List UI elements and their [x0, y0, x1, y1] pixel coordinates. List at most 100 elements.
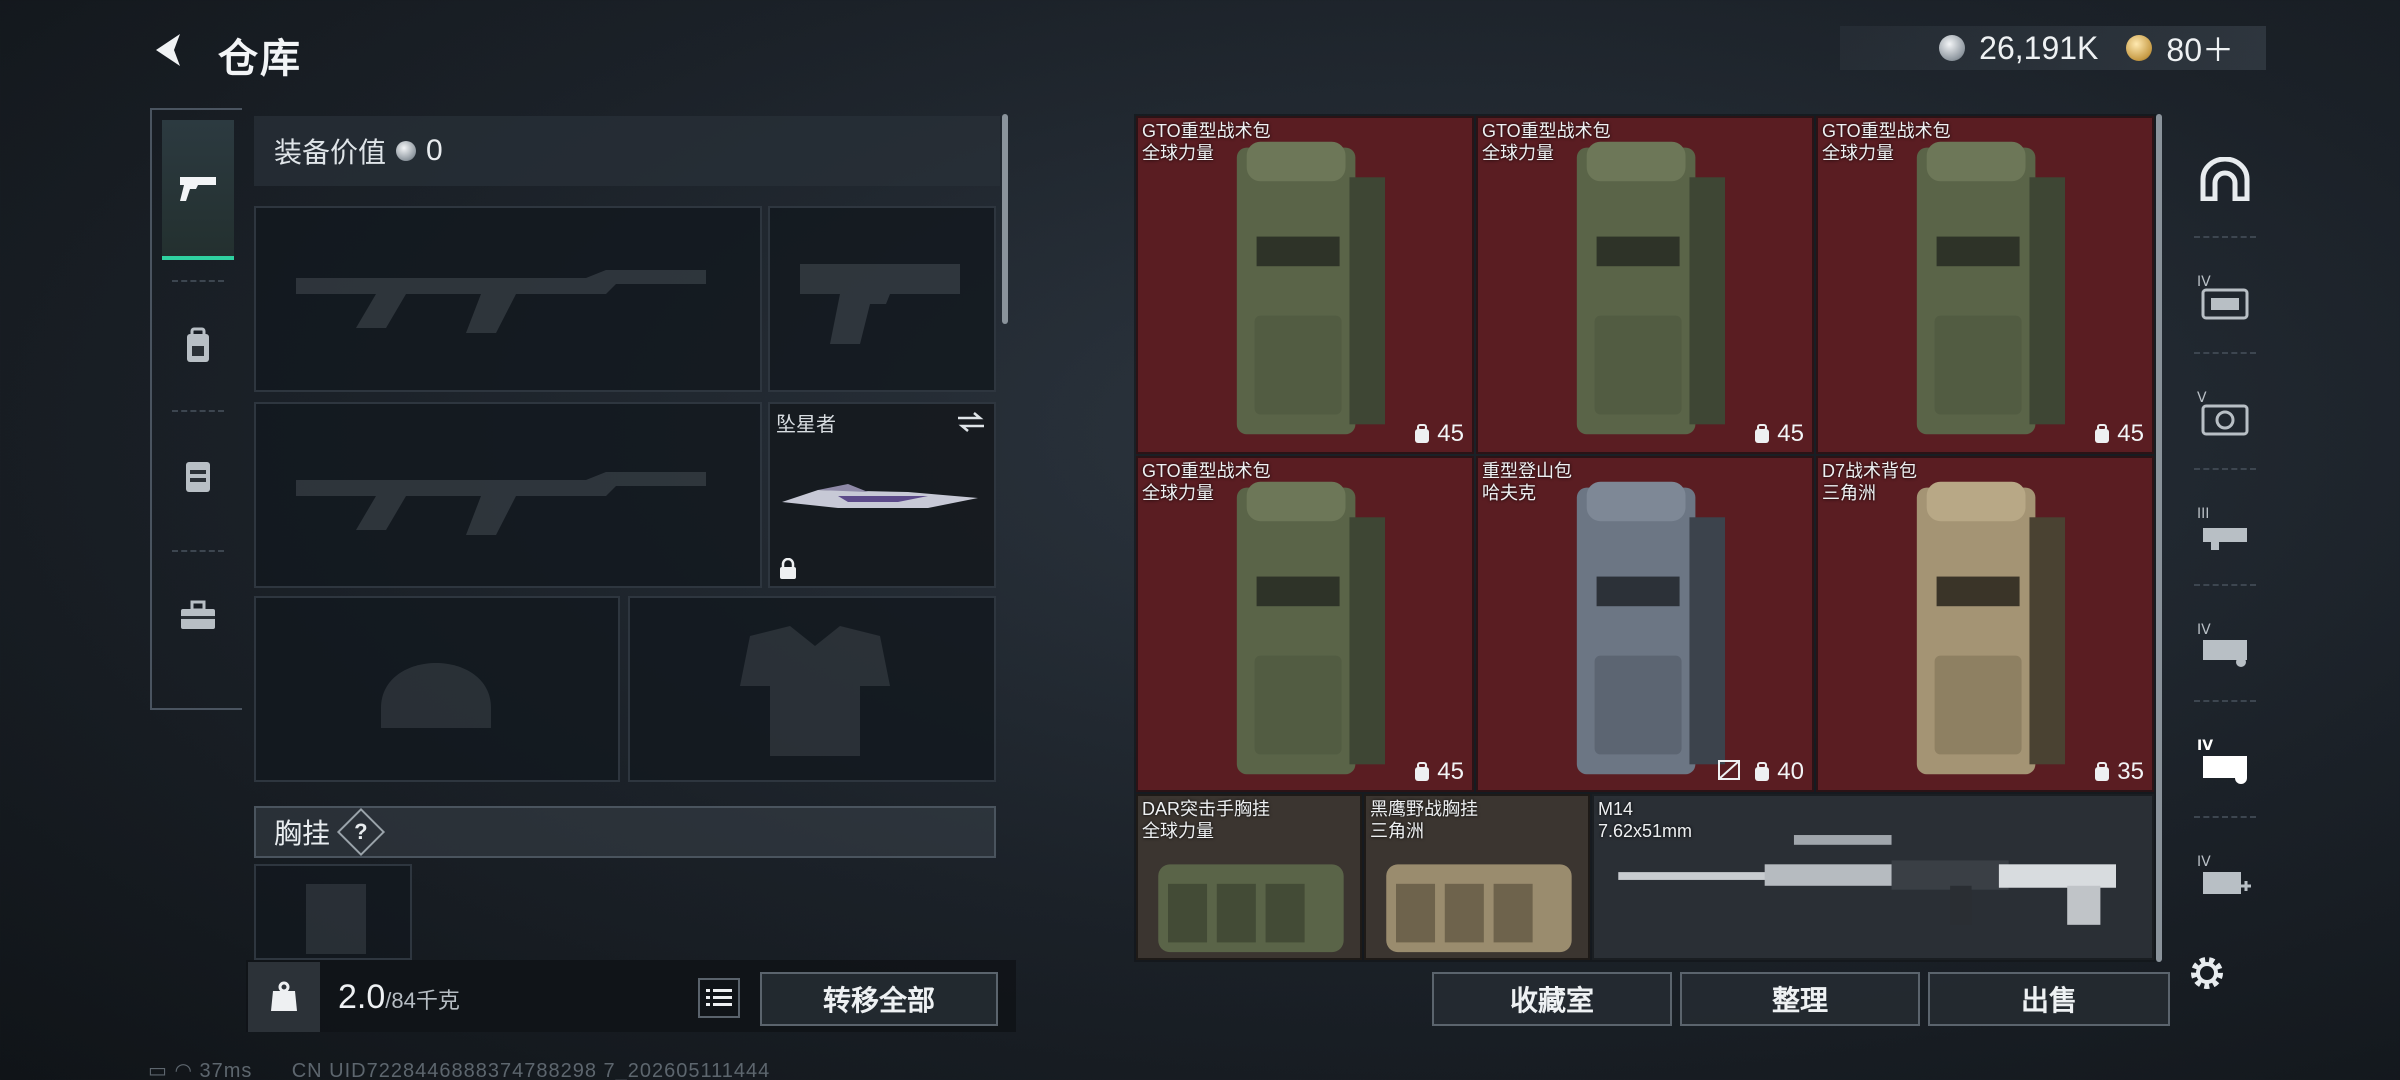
durability-count: 35	[2093, 758, 2144, 786]
storage-item-backpack[interactable]: 重型登山包 哈夫克 40	[1476, 456, 1814, 792]
storage-tier4-b-icon: IV	[2197, 622, 2247, 667]
durability-count: 40	[1753, 758, 1804, 786]
status-line: ▭ ◠ 37ms CN UID7228446888374788298 7_202…	[148, 1058, 770, 1080]
tab-storage-iii[interactable]: III	[2180, 474, 2270, 584]
weight-current: 2.0	[338, 978, 386, 1016]
gold-coin-icon	[2126, 35, 2153, 61]
backpack-capacity-icon	[1755, 762, 1770, 781]
chest-rig-label: 胸挂	[274, 818, 331, 849]
ping-value: 37ms	[199, 1060, 253, 1080]
storage-item-backpack[interactable]: GTO重型战术包 全球力量 45	[1476, 116, 1814, 454]
category-weapons[interactable]	[162, 120, 234, 260]
backpack-image-icon	[1576, 481, 1726, 775]
primary-weapon-slot[interactable]	[254, 206, 762, 392]
backpack-image-icon	[1916, 481, 2066, 775]
sidearm-slot[interactable]	[768, 206, 996, 392]
battery-icon: ▭	[148, 1060, 168, 1080]
durability-count: 45	[1753, 420, 1804, 448]
swap-arrows-icon[interactable]	[956, 410, 986, 434]
pistol-silhouette-icon	[800, 264, 960, 344]
weight-readout: 2.0/84千克	[338, 978, 460, 1017]
category-rail	[150, 108, 242, 710]
tab-storage-iv-a[interactable]: IV	[2180, 242, 2270, 352]
wifi-icon: ◠	[174, 1060, 193, 1080]
category-vests[interactable]	[162, 416, 234, 536]
gold-currency-value[interactable]: 80＋	[2166, 25, 2234, 71]
backpack-image-icon	[1576, 141, 1726, 435]
backpack-capacity-icon	[2095, 762, 2110, 781]
tab-storage-iv-active[interactable]: IV	[2180, 706, 2270, 816]
storage-item-backpack[interactable]: D7战术背包 三角洲 35	[1816, 456, 2154, 792]
category-backpacks[interactable]	[162, 286, 234, 406]
weight-icon-button	[248, 962, 320, 1032]
vest-silhouette-icon	[306, 884, 366, 954]
storage-tier3-icon: III	[2197, 506, 2247, 550]
knife-icon	[782, 484, 978, 508]
storage-item-backpack[interactable]: GTO重型战术包 全球力量 45	[1136, 456, 1474, 792]
svg-text:IV: IV	[2197, 274, 2211, 290]
equipment-value-label: 装备价值	[274, 137, 387, 168]
equipment-scrollbar[interactable]	[1002, 114, 1008, 324]
settings-button[interactable]	[2186, 952, 2228, 994]
no-durability-icon	[1718, 760, 1740, 780]
list-view-button[interactable]	[698, 978, 740, 1018]
backpack-image-icon	[1236, 481, 1386, 775]
svg-text:III: III	[2197, 506, 2209, 522]
backpack-image-icon	[1916, 141, 2066, 435]
durability-count: 45	[1413, 420, 1464, 448]
chest-rig-slot[interactable]	[254, 864, 412, 960]
weight-max: /84千克	[385, 988, 460, 1013]
backpack-capacity-icon	[2095, 424, 2110, 443]
pistol-icon	[180, 177, 216, 201]
tab-storage-add[interactable]: IV	[2180, 822, 2270, 932]
storage-item-rifle[interactable]: M14 7.62x51mm	[1592, 794, 2154, 960]
storage-item-backpack[interactable]: GTO重型战术包 全球力量 45	[1136, 116, 1474, 454]
armor-slot[interactable]	[628, 596, 996, 782]
help-icon: ?	[354, 818, 368, 844]
back-arrow-icon	[156, 34, 180, 66]
helmet-slot[interactable]	[254, 596, 620, 782]
storage-add-icon: IV	[2197, 854, 2251, 894]
help-button[interactable]: ?	[336, 807, 386, 857]
durability-count: 45	[2093, 420, 2144, 448]
svg-text:V: V	[2197, 390, 2207, 406]
backpack-icon	[187, 327, 209, 362]
durability-count: 45	[1413, 758, 1464, 786]
backpack-capacity-icon	[1755, 424, 1770, 443]
settings-gear-icon	[2191, 957, 2223, 989]
equipment-value: 0	[426, 134, 443, 167]
uid-text: CN UID7228446888374788298 7_202605111444	[291, 1060, 771, 1080]
lock-icon	[780, 558, 796, 579]
page-title: 仓库	[218, 37, 302, 81]
storage-tier4-active-icon: IV	[2197, 738, 2247, 784]
storage-tab-rail: IV V III IV IV IV	[2180, 112, 2270, 952]
tab-storage-v[interactable]: V	[2180, 358, 2270, 468]
rifle-silhouette-icon	[296, 270, 706, 333]
backpack-capacity-icon	[1415, 762, 1430, 781]
sell-button[interactable]: 出售	[1928, 972, 2170, 1026]
svg-text:IV: IV	[2197, 738, 2213, 754]
back-button[interactable]	[148, 28, 192, 72]
vest-icon	[186, 462, 210, 492]
melee-slot[interactable]: 坠星者	[768, 402, 996, 588]
storage-item-chest-rig[interactable]: 黑鹰野战胸挂 三角洲	[1364, 794, 1590, 960]
tab-storage-iv-b[interactable]: IV	[2180, 590, 2270, 700]
organize-button[interactable]: 整理	[1680, 972, 1920, 1026]
transfer-all-button[interactable]: 转移全部	[760, 972, 998, 1026]
tab-storage-home[interactable]	[2180, 124, 2270, 234]
storage-scrollbar[interactable]	[2156, 114, 2162, 962]
backpack-image-icon	[1236, 141, 1386, 435]
weight-icon	[271, 981, 297, 1011]
storage-item-backpack[interactable]: GTO重型战术包 全球力量 45	[1816, 116, 2154, 454]
currency-bar: 26,191K 80＋	[1840, 26, 2266, 70]
category-tools[interactable]	[162, 556, 234, 676]
silver-currency-value: 26,191K	[1979, 29, 2099, 66]
armor-silhouette-icon	[740, 626, 890, 756]
silver-coin-icon	[396, 141, 417, 161]
secondary-weapon-slot[interactable]	[254, 402, 762, 588]
equipment-value-header: 装备价值 0	[254, 116, 1000, 186]
collection-room-button[interactable]: 收藏室	[1432, 972, 1672, 1026]
melee-name: 坠星者	[776, 414, 836, 436]
storage-item-chest-rig[interactable]: DAR突击手胸挂 全球力量	[1136, 794, 1362, 960]
toolbox-icon	[181, 600, 215, 629]
